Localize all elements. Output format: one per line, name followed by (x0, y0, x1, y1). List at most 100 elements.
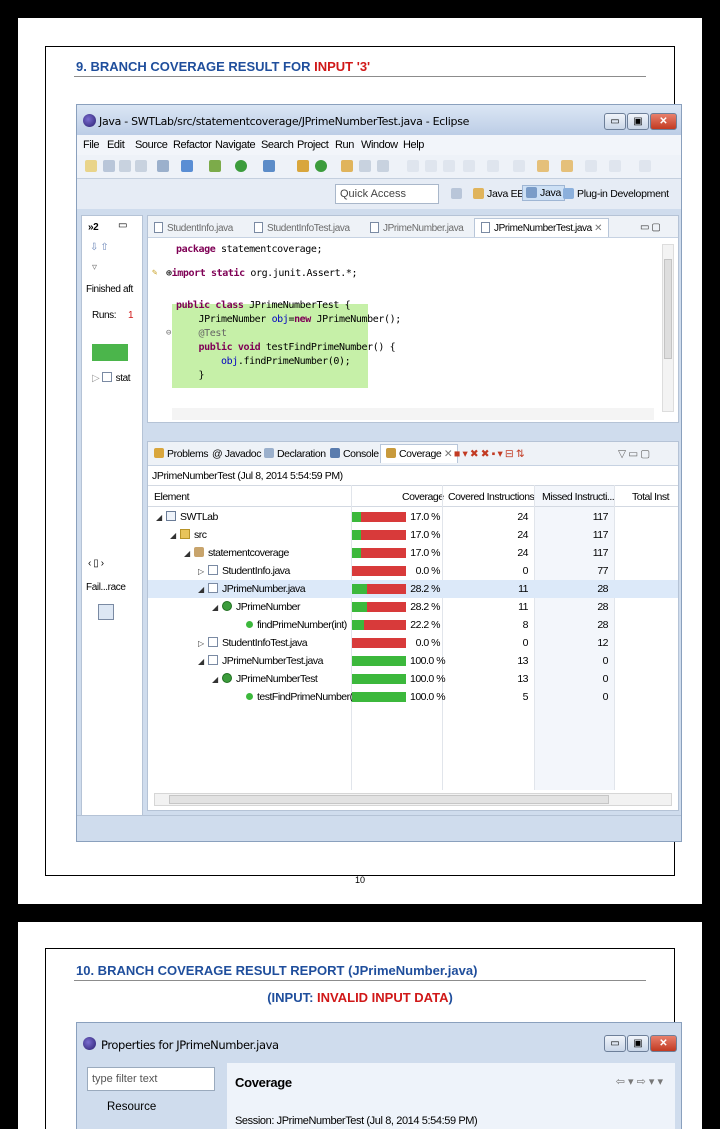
maximize-button[interactable]: ▣ (627, 113, 649, 130)
coverage-horizontal-scrollbar[interactable] (154, 793, 672, 806)
tree-toggle-icon[interactable]: ◢ (170, 531, 180, 540)
forward-icon[interactable] (561, 160, 573, 172)
tab-studentinfotest-java[interactable]: StudentInfoTest.java (254, 222, 350, 234)
tab-problems[interactable]: Problems (154, 448, 209, 460)
new-package-icon[interactable] (297, 160, 309, 172)
menu-file[interactable]: File (83, 139, 100, 151)
table-row[interactable]: ◢ JPrimeNumber 28.2 % 11 28 (148, 598, 678, 616)
table-row[interactable]: ◢ JPrimeNumber.java 28.2 % 11 28 (148, 580, 678, 598)
quick-access-input[interactable]: Quick Access (335, 184, 439, 204)
filter-trace-icon[interactable] (98, 604, 114, 620)
maximize-button[interactable]: ▣ (627, 1035, 649, 1052)
print-icon[interactable] (135, 160, 147, 172)
table-row[interactable]: findPrimeNumber(int) 22.2 % 8 28 (148, 616, 678, 634)
tab-jprimenumbertest-java[interactable]: JPrimeNumberTest.java ✕ (474, 218, 610, 237)
close-button[interactable]: ✕ (650, 1035, 677, 1052)
history-nav-icons[interactable]: ⇦ ▾ ⇨ ▾ ▾ (616, 1075, 663, 1088)
minimize-button[interactable]: ▭ (604, 1035, 626, 1052)
table-row[interactable]: ◢ src 17.0 % 24 117 (148, 526, 678, 544)
tree-toggle-icon[interactable]: ▷ (198, 567, 208, 576)
tree-toggle-icon[interactable]: ◢ (198, 585, 208, 594)
menu-run[interactable]: Run (335, 139, 354, 151)
perspective-java-ee[interactable]: Java EE (473, 188, 524, 200)
tree-toggle-icon[interactable]: ◢ (156, 513, 166, 522)
menu-search[interactable]: Search (261, 139, 294, 151)
view-menu-icon[interactable]: ▽ ▭ ▢ (618, 448, 650, 460)
col-element[interactable]: Element (154, 491, 190, 503)
editor-horizontal-scrollbar[interactable] (172, 408, 654, 420)
last-edit-icon[interactable] (585, 160, 597, 172)
col-covered[interactable]: Covered Instructions (448, 491, 535, 503)
tab-declaration[interactable]: Declaration (264, 448, 326, 460)
annotation-icon[interactable] (377, 160, 389, 172)
debug-icon[interactable] (181, 160, 193, 172)
next-failure-icon[interactable]: ⇩ ⇧ (90, 242, 109, 253)
tree-toggle-icon[interactable]: ▷ (198, 639, 208, 648)
col-coverage[interactable]: Coverage (402, 491, 444, 503)
view-menu-icon[interactable]: ▿ (92, 262, 97, 273)
coverage-run-icon[interactable] (209, 160, 221, 172)
close-tab-icon[interactable]: ✕ (444, 448, 453, 460)
editor-vertical-scrollbar[interactable] (662, 244, 674, 412)
history-icon[interactable] (609, 160, 621, 172)
back-icon[interactable] (537, 160, 549, 172)
scroll-thumb[interactable] (169, 795, 609, 804)
col-missed[interactable]: Missed Instructi... (542, 491, 615, 503)
table-row[interactable]: ◢ JPrimeNumberTest 100.0 % 13 0 (148, 670, 678, 688)
code-area[interactable]: package statementcoverage; ✎ ⊕import sta… (148, 238, 654, 406)
col-total[interactable]: Total Inst (632, 491, 670, 503)
menu-help[interactable]: Help (403, 139, 424, 151)
tree-toggle-icon[interactable]: ◢ (212, 603, 222, 612)
table-row[interactable]: testFindPrimeNumber() 100.0 % 5 0 (148, 688, 678, 706)
quickfix-icon[interactable]: ✎ (152, 268, 157, 278)
new-class-icon[interactable] (315, 160, 327, 172)
close-button[interactable]: ✕ (650, 113, 677, 130)
menu-source[interactable]: Source (135, 139, 168, 151)
save-icon[interactable] (103, 160, 115, 172)
next-annotation-icon[interactable] (407, 160, 419, 172)
table-row[interactable]: ◢ SWTLab 17.0 % 24 117 (148, 508, 678, 526)
pin-editor-icon[interactable] (639, 160, 651, 172)
coverage-toolbar-icons[interactable]: ■ ▾ ✖ ✖ ▪ ▾ ⊟ ⇅ (454, 448, 525, 460)
table-row[interactable]: ▷ StudentInfoTest.java 0.0 % 0 12 (148, 634, 678, 652)
menu-refactor[interactable]: Refactor (173, 139, 212, 151)
filter-input[interactable]: type filter text (87, 1067, 215, 1091)
tab-console[interactable]: Console (330, 448, 379, 460)
minimize-button[interactable]: ▭ (604, 113, 626, 130)
perspective-plugin-development[interactable]: Plug-in Development (563, 188, 669, 200)
run-icon[interactable] (235, 160, 247, 172)
external-tools-icon[interactable] (263, 160, 275, 172)
table-row[interactable]: ◢ JPrimeNumberTest.java 100.0 % 13 0 (148, 652, 678, 670)
toggle-icon[interactable] (463, 160, 475, 172)
mark-icon[interactable] (487, 160, 499, 172)
tab-coverage[interactable]: Coverage ✕ (380, 444, 459, 463)
tree-toggle-icon[interactable]: ◢ (198, 657, 208, 666)
tree-item-resource[interactable]: Resource (107, 1101, 156, 1113)
open-perspective-icon[interactable] (451, 188, 465, 200)
split-handle[interactable]: ‹ ▯ › (88, 558, 104, 569)
minimize-view-icon[interactable]: ▭ (118, 220, 127, 231)
new-icon[interactable] (85, 160, 97, 172)
menu-edit[interactable]: Edit (107, 139, 125, 151)
tab-studentinfo-java[interactable]: StudentInfo.java (154, 222, 233, 234)
prev-annotation-icon[interactable] (425, 160, 437, 172)
open-type-icon[interactable] (341, 160, 353, 172)
tree-toggle-icon[interactable]: ◢ (212, 675, 222, 684)
save-all-icon[interactable] (119, 160, 131, 172)
minimize-editor-icon[interactable]: ▭ ▢ (640, 222, 661, 233)
tab-jprimenumber-java[interactable]: JPrimeNumber.java (370, 222, 464, 234)
tool-icon[interactable] (157, 160, 169, 172)
tab-javadoc[interactable]: @ Javadoc (212, 448, 261, 460)
table-row[interactable]: ▷ StudentInfo.java 0.0 % 0 77 (148, 562, 678, 580)
menu-project[interactable]: Project (297, 139, 329, 151)
tree-toggle-icon[interactable]: ◢ (184, 549, 194, 558)
fold-icon[interactable]: ⊖ (166, 328, 171, 338)
format-icon[interactable] (513, 160, 525, 172)
table-row[interactable]: ◢ statementcoverage 17.0 % 24 117 (148, 544, 678, 562)
menu-navigate[interactable]: Navigate (215, 139, 256, 151)
pin-icon[interactable] (443, 160, 455, 172)
test-tree-item[interactable]: ▷ stat (92, 372, 131, 384)
junit-tab[interactable]: »2 (88, 222, 99, 233)
close-tab-icon[interactable]: ✕ (594, 223, 602, 234)
menu-window[interactable]: Window (361, 139, 398, 151)
